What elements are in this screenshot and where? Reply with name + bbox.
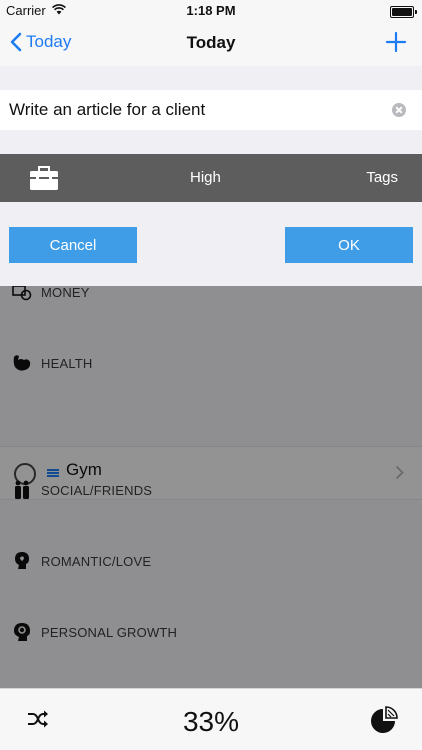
briefcase-icon[interactable]	[28, 164, 60, 192]
task-options-bar: High Tags	[0, 154, 422, 202]
daily-progress: 33%	[182, 706, 240, 737]
task-input-container	[0, 90, 422, 130]
status-bar: Carrier 1:18 PM	[0, 0, 422, 22]
new-task-panel: High Tags Cancel OK	[0, 66, 422, 286]
page-title: Today	[186, 33, 236, 52]
task-title-input[interactable]	[9, 90, 379, 130]
clear-text-icon[interactable]	[392, 103, 406, 117]
priority-selector[interactable]: High	[190, 169, 221, 186]
pie-chart-icon[interactable]	[370, 706, 398, 734]
bottom-toolbar: 33%	[0, 688, 422, 750]
status-time: 1:18 PM	[186, 3, 236, 18]
battery-icon	[390, 6, 417, 18]
cancel-button[interactable]: Cancel	[9, 227, 137, 263]
navigation-bar: Today Today	[0, 22, 422, 67]
app-screen: Carrier 1:18 PM Today Today MONEY HEALTH…	[0, 0, 422, 750]
tags-button[interactable]: Tags	[366, 169, 398, 186]
ok-button[interactable]: OK	[285, 227, 413, 263]
plus-icon[interactable]	[382, 28, 410, 56]
